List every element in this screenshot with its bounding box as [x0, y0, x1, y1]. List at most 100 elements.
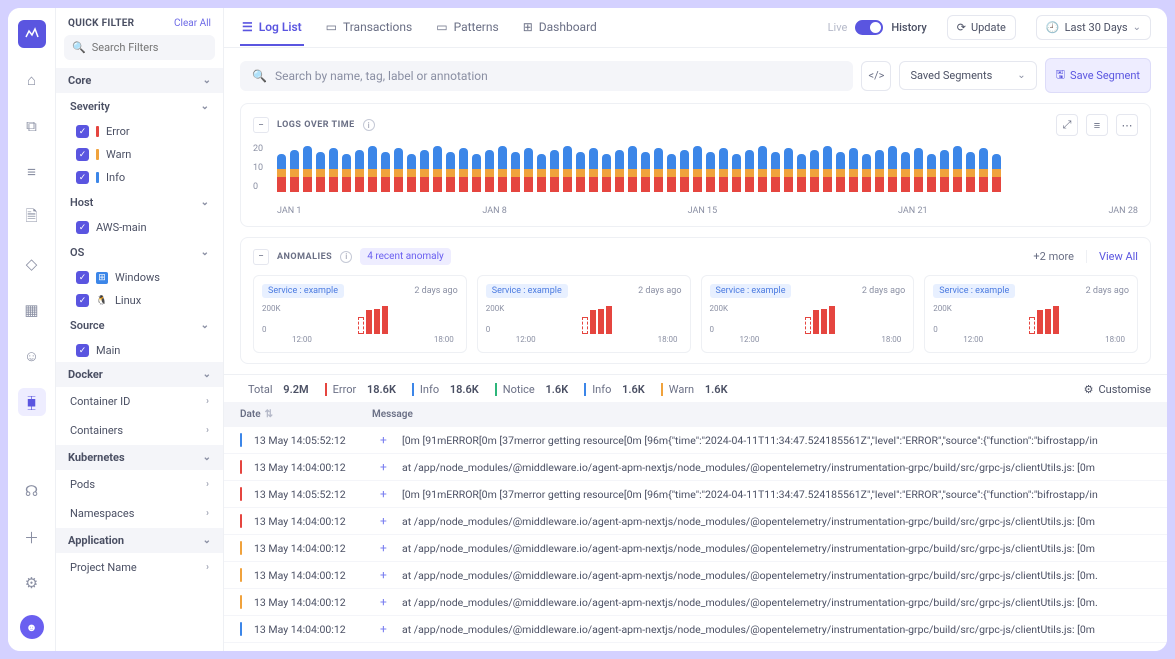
filter-item-os[interactable]: ✓ 🐧 Linux [56, 289, 223, 312]
tab-transactions[interactable]: ▭Transactions [324, 10, 415, 46]
log-row[interactable]: 13 May 14:05:52:12 + [0m [91mERROR[0m [3… [224, 481, 1167, 508]
customise-button[interactable]: ⚙Customise [1084, 383, 1151, 396]
sub-os[interactable]: OS⌄ [56, 239, 223, 266]
info-icon[interactable]: i [340, 251, 352, 263]
nav-plus-icon[interactable]: ＋ [18, 523, 46, 551]
chart-bar [511, 144, 520, 192]
tab-patterns[interactable]: ▭Patterns [434, 10, 500, 46]
link-project-name[interactable]: Project Name› [56, 553, 223, 582]
chart-bar [459, 144, 468, 192]
filter-search-input[interactable] [92, 41, 232, 54]
checkbox-checked-icon: ✓ [76, 294, 89, 307]
sub-source[interactable]: Source⌄ [56, 312, 223, 339]
expand-row-button[interactable]: + [380, 595, 390, 609]
th-date[interactable]: Date [240, 409, 261, 420]
th-message[interactable]: Message [372, 409, 1151, 420]
log-row[interactable]: 13 May 14:04:00:12 + at /app/node_module… [224, 508, 1167, 535]
anomaly-card[interactable]: Service : example2 days ago 200K0 12:001… [253, 275, 467, 353]
live-toggle[interactable] [855, 20, 883, 35]
info-icon[interactable]: i [363, 119, 375, 131]
filter-item-severity[interactable]: ✓ Error [56, 120, 223, 143]
filter-icon[interactable]: ≡ [1086, 114, 1108, 136]
filter-item-source[interactable]: ✓Main [56, 339, 223, 362]
nav-bot-icon[interactable]: ☺ [18, 342, 46, 370]
anomaly-bar [1037, 310, 1043, 334]
link-container-id[interactable]: Container ID› [56, 387, 223, 416]
summary-item[interactable]: Notice 1.6K [495, 383, 568, 396]
anomaly-card[interactable]: Service : example2 days ago 200K0 12:001… [477, 275, 691, 353]
group-core[interactable]: Core⌄ [56, 68, 223, 93]
log-row[interactable]: 13 May 14:04:00:12 + at /app/node_module… [224, 616, 1167, 643]
summary-item[interactable]: Info 18.6K [412, 383, 479, 396]
sort-icon[interactable]: ⇅ [265, 409, 273, 420]
tab-dashboard[interactable]: ⊞Dashboard [521, 10, 599, 46]
expand-row-button[interactable]: + [380, 433, 390, 447]
expand-row-button[interactable]: + [380, 568, 390, 582]
main-search[interactable]: 🔍Search by name, tag, label or annotatio… [240, 61, 853, 91]
saved-segments-dropdown[interactable]: Saved Segments⌄ [899, 61, 1036, 90]
filter-item-severity[interactable]: ✓ Info [56, 166, 223, 189]
checkbox-checked-icon: ✓ [76, 344, 89, 357]
nav-chart-icon[interactable]: ⧯ [18, 388, 46, 416]
link-namespaces[interactable]: Namespaces› [56, 499, 223, 528]
nav-list-icon[interactable]: ≡ [18, 158, 46, 186]
app-logo[interactable] [18, 20, 46, 48]
link-pods[interactable]: Pods› [56, 470, 223, 499]
chart-bar [823, 144, 832, 192]
filter-item-severity[interactable]: ✓ Warn [56, 143, 223, 166]
chevron-down-icon: ⌄ [203, 452, 211, 463]
nav-grid-icon[interactable]: ▦ [18, 296, 46, 324]
anomaly-card[interactable]: Service : example2 days ago 200K0 12:001… [701, 275, 915, 353]
chart-bar [836, 144, 845, 192]
nav-stack-icon[interactable]: ⧉ [18, 112, 46, 140]
tab-icon: ☰ [242, 20, 253, 34]
log-row[interactable]: 13 May 14:05:52:12 + [0m [91mERROR[0m [3… [224, 427, 1167, 454]
nav-file-icon[interactable]: 🗎 [18, 204, 46, 232]
tab-log-list[interactable]: ☰Log List [240, 10, 304, 46]
filter-item-os[interactable]: ✓ ⊞ Windows [56, 266, 223, 289]
expand-row-button[interactable]: + [380, 622, 390, 636]
expand-row-button[interactable]: + [380, 460, 390, 474]
summary-item[interactable]: Error 18.6K [325, 383, 396, 396]
anomaly-card[interactable]: Service : example2 days ago 200K0 12:001… [924, 275, 1138, 353]
nav-settings-icon[interactable]: ⚙ [18, 569, 46, 597]
summary-item[interactable]: Info 1.6K [584, 383, 645, 396]
more-icon[interactable]: ⋯ [1116, 114, 1138, 136]
filter-item-host[interactable]: ✓AWS-main [56, 216, 223, 239]
log-date: 13 May 14:04:00:12 [254, 461, 368, 474]
summary-row: Total 9.2M Error 18.6K Info 18.6K Notice… [224, 374, 1167, 402]
expand-icon[interactable]: ⤢ [1056, 114, 1078, 136]
save-segment-button[interactable]: 🖫Save Segment [1045, 58, 1151, 93]
group-application[interactable]: Application⌄ [56, 528, 223, 553]
chart-bar [394, 144, 403, 192]
nav-rail: ⌂ ⧉ ≡ 🗎 ◇ ▦ ☺ ⧯ ☊ ＋ ⚙ ☻ [8, 8, 56, 651]
date-range-dropdown[interactable]: 🕘Last 30 Days⌄ [1036, 15, 1151, 40]
group-kubernetes[interactable]: Kubernetes⌄ [56, 445, 223, 470]
nav-headset-icon[interactable]: ☊ [18, 477, 46, 505]
expand-row-button[interactable]: + [380, 541, 390, 555]
group-docker[interactable]: Docker⌄ [56, 362, 223, 387]
view-all-button[interactable]: View All [1086, 250, 1138, 263]
link-containers[interactable]: Containers› [56, 416, 223, 445]
summary-item[interactable]: Warn 1.6K [661, 383, 728, 396]
nav-bell-icon[interactable]: ◇ [18, 250, 46, 278]
expand-row-button[interactable]: + [380, 514, 390, 528]
log-row[interactable]: 13 May 14:04:00:12 + at /app/node_module… [224, 589, 1167, 616]
log-row[interactable]: 13 May 14:04:00:12 + at /app/node_module… [224, 562, 1167, 589]
expand-row-button[interactable]: + [380, 487, 390, 501]
log-row[interactable]: 13 May 14:04:00:12 + at /app/node_module… [224, 454, 1167, 481]
nav-home-icon[interactable]: ⌂ [18, 66, 46, 94]
severity-bar-icon [240, 568, 242, 582]
update-button[interactable]: ⟳Update [947, 15, 1016, 40]
code-button[interactable]: </> [861, 61, 891, 91]
clear-all-button[interactable]: Clear All [174, 18, 211, 29]
sub-severity[interactable]: Severity⌄ [56, 93, 223, 120]
nav-avatar[interactable]: ☻ [20, 615, 44, 639]
filter-search[interactable]: 🔍 [64, 35, 215, 60]
service-tag: Service : example [262, 284, 344, 298]
log-row[interactable]: 13 May 14:04:00:12 + at /app/node_module… [224, 535, 1167, 562]
collapse-button[interactable]: − [253, 249, 269, 265]
chart-bar [888, 144, 897, 192]
collapse-button[interactable]: − [253, 117, 269, 133]
sub-host[interactable]: Host⌄ [56, 189, 223, 216]
